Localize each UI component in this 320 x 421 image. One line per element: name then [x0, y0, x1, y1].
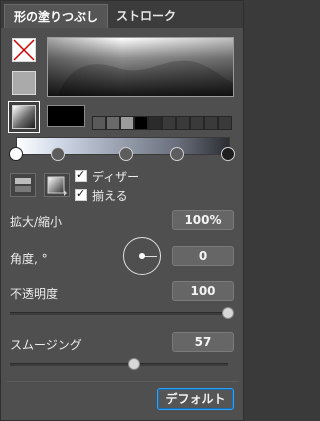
- shape-fill-panel: 形の塗りつぶし ストローク ✓ ディザー ✓ 揃える 拡大/縮小 100% 角度…: [0, 0, 244, 421]
- gradient-stop-handle[interactable]: [9, 147, 23, 161]
- linear-gradient-icon: [15, 178, 31, 192]
- gradient-fill-icon: [12, 105, 36, 129]
- tab-fill[interactable]: 形の塗りつぶし: [4, 4, 108, 28]
- gradient-stop-handle[interactable]: [221, 147, 235, 161]
- align-checkbox[interactable]: [75, 187, 87, 201]
- angle-dial[interactable]: [123, 237, 161, 275]
- opacity-input[interactable]: 100: [172, 281, 234, 301]
- smoothing-slider-track[interactable]: [10, 363, 228, 366]
- angle-label: 角度, °: [10, 252, 48, 266]
- align-label: 揃える: [92, 189, 128, 203]
- tab-bar: 形の塗りつぶし ストローク: [1, 1, 243, 28]
- gradient-direction-button[interactable]: [44, 173, 70, 197]
- smoothing-label: スムージング: [10, 338, 82, 352]
- dither-label: ディザー: [92, 170, 140, 184]
- angle-input[interactable]: 0: [172, 246, 234, 266]
- gradient-direction-icon: [47, 176, 67, 196]
- recent-color-swatch[interactable]: [218, 116, 232, 130]
- gradient-fill-swatch[interactable]: [8, 101, 40, 133]
- gradient-stop-handle[interactable]: [119, 147, 133, 161]
- recent-color-swatch[interactable]: [190, 116, 204, 130]
- divider: [7, 381, 239, 382]
- current-color-swatch[interactable]: [47, 105, 85, 127]
- gradient-stop-handle[interactable]: [51, 147, 65, 161]
- gradient-preview-image: [48, 38, 233, 96]
- default-button[interactable]: デフォルト: [157, 388, 234, 410]
- recent-color-swatch[interactable]: [162, 116, 176, 130]
- gradient-preview[interactable]: [47, 37, 234, 97]
- recent-color-swatch[interactable]: [204, 116, 218, 130]
- recent-color-swatch[interactable]: [176, 116, 190, 130]
- gradient-type-button[interactable]: [10, 173, 36, 197]
- recent-color-swatch[interactable]: [92, 116, 106, 130]
- recent-color-swatch[interactable]: [106, 116, 120, 130]
- smoothing-slider-knob[interactable]: [128, 358, 141, 370]
- solid-fill-swatch[interactable]: [12, 71, 36, 95]
- dither-checkbox[interactable]: [75, 168, 87, 182]
- no-fill-swatch[interactable]: [12, 38, 36, 62]
- recent-color-swatch[interactable]: [148, 116, 162, 130]
- recent-color-swatch[interactable]: [134, 116, 148, 130]
- smoothing-input[interactable]: 57: [172, 332, 234, 352]
- recent-color-swatch[interactable]: [120, 116, 134, 130]
- angle-dial-center: [139, 253, 145, 259]
- gradient-stops: [1, 146, 245, 162]
- opacity-slider-track[interactable]: [10, 312, 228, 315]
- recent-colors-row: [92, 116, 234, 130]
- gradient-stop-handle[interactable]: [170, 147, 184, 161]
- scale-input[interactable]: 100%: [172, 210, 234, 230]
- tab-stroke[interactable]: ストローク: [111, 4, 181, 28]
- opacity-slider-knob[interactable]: [222, 307, 234, 319]
- no-fill-icon: [13, 39, 35, 61]
- opacity-label: 不透明度: [10, 287, 59, 301]
- scale-label: 拡大/縮小: [10, 215, 63, 229]
